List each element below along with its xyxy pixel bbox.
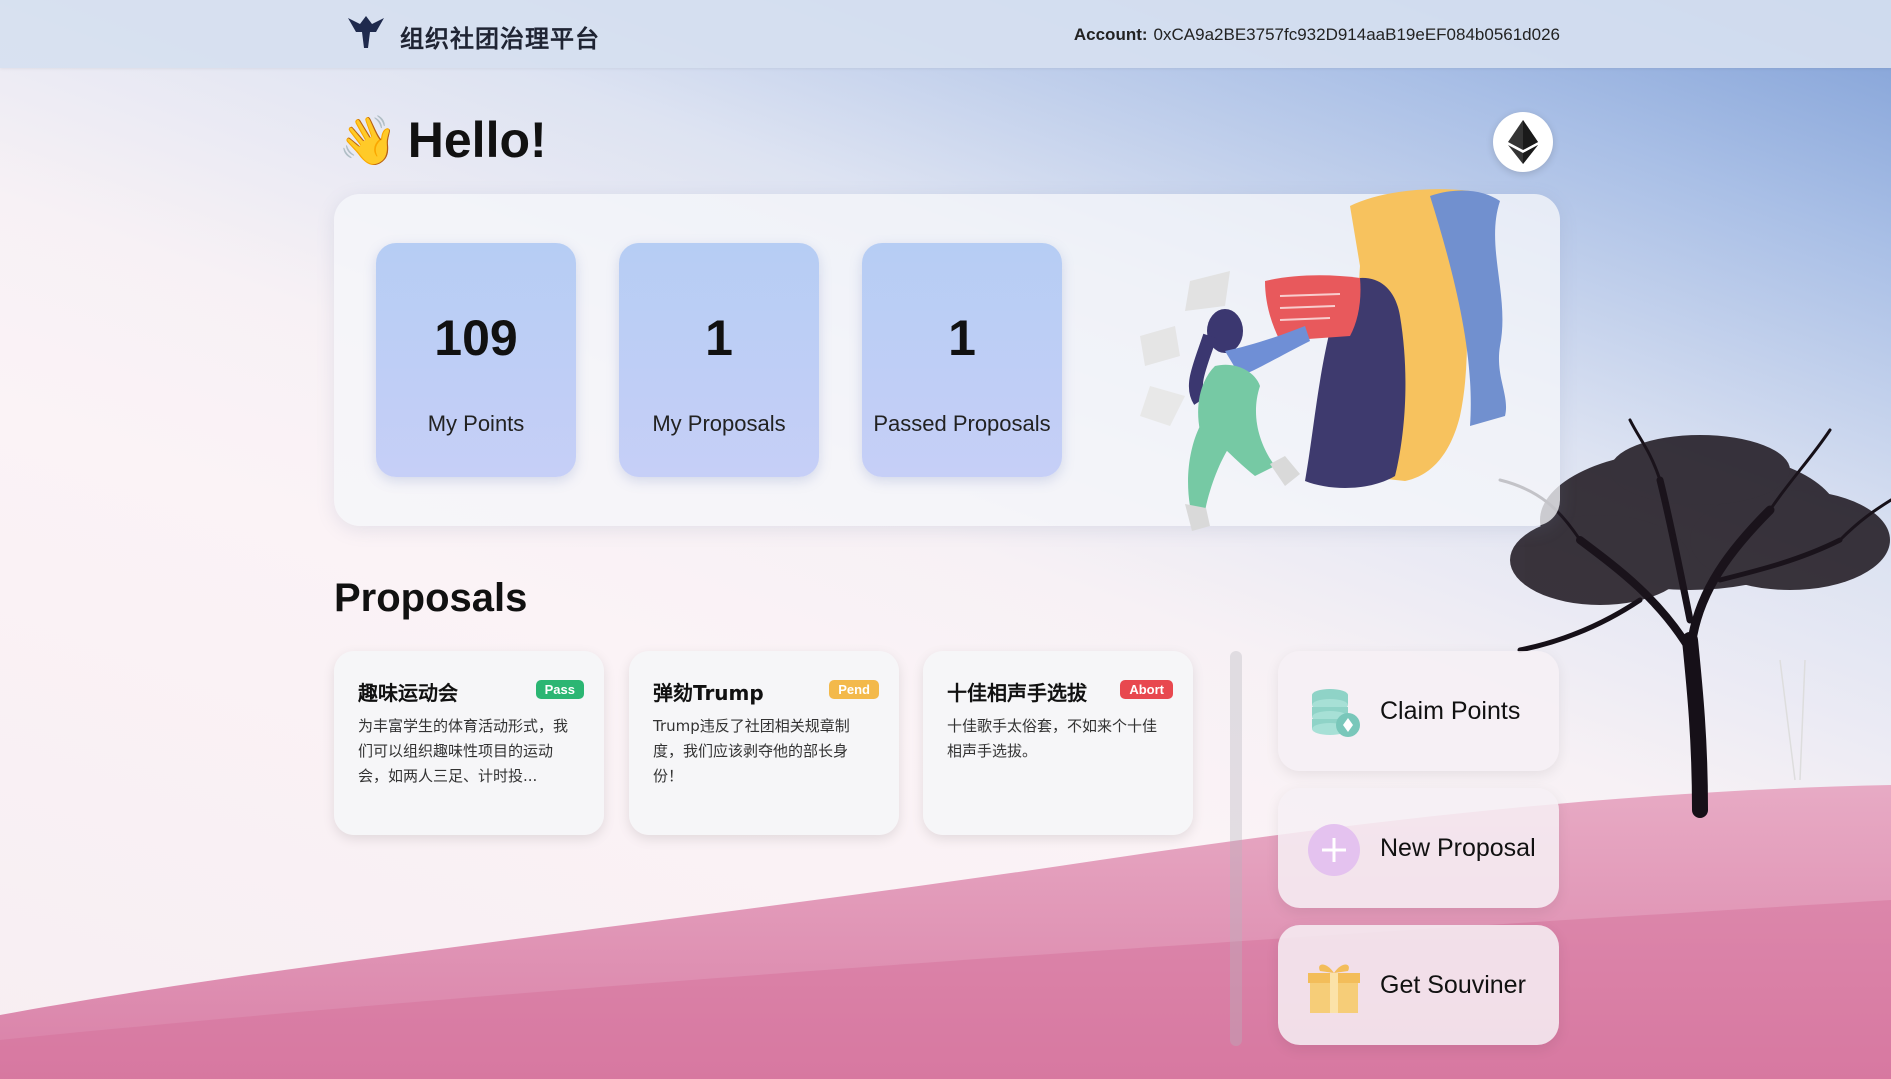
new-proposal-button[interactable]: New Proposal: [1278, 788, 1559, 908]
eagle-logo-icon: [348, 16, 384, 48]
proposal-description: 十佳歌手太俗套，不如来个十佳相声手选拔。: [947, 717, 1158, 760]
top-header: 组织社团治理平台 Account: 0xCA9a2BE3757fc932D914a…: [0, 0, 1891, 68]
status-badge: Abort: [1120, 680, 1173, 699]
greeting: 👋 Hello!: [338, 108, 547, 172]
action-label: New Proposal: [1380, 834, 1536, 862]
wave-hand-icon: 👋: [338, 112, 398, 169]
background-landscape: [0, 418, 1891, 1079]
greeting-text: Hello!: [407, 112, 547, 168]
proposal-title: 弹劾Trump: [653, 681, 764, 705]
stat-card-points: 109 My Points: [376, 243, 576, 477]
proposal-description: 为丰富学生的体育活动形式，我们可以组织趣味性项目的运动会，如两人三足、计时投..…: [358, 717, 569, 785]
stat-label: Passed Proposals: [873, 411, 1051, 436]
ethereum-network-button[interactable]: [1493, 112, 1553, 172]
status-badge: Pend: [829, 680, 879, 699]
account-address: 0xCA9a2BE3757fc932D914aaB19eEF084b0561d0…: [1153, 25, 1560, 44]
proposal-description: Trump违反了社团相关规章制度，我们应该剥夺他的部长身份！: [653, 717, 850, 785]
brand-title: 组织社团治理平台: [400, 25, 600, 53]
coins-icon: [1312, 689, 1360, 737]
stat-card-passed: 1 Passed Proposals: [862, 243, 1062, 477]
proposal-card[interactable]: 趣味运动会 Pass 为丰富学生的体育活动形式，我们可以组织趣味性项目的运动会，…: [334, 651, 604, 835]
proposal-title: 十佳相声手选拔: [947, 681, 1087, 705]
stat-value: 1: [948, 310, 976, 366]
action-label: Claim Points: [1380, 697, 1521, 725]
proposal-card[interactable]: 弹劾Trump Pend Trump违反了社团相关规章制度，我们应该剥夺他的部长…: [629, 651, 899, 835]
proposals-heading: Proposals: [334, 576, 528, 620]
status-badge: Pass: [535, 680, 584, 699]
stat-value: 109: [434, 310, 518, 366]
action-label: Get Souviner: [1380, 971, 1526, 999]
account-info: Account: 0xCA9a2BE3757fc932D914aaB19eEF08…: [1074, 25, 1560, 45]
proposals-scrollbar[interactable]: [1230, 651, 1242, 1046]
get-souvenir-button[interactable]: Get Souviner: [1278, 925, 1559, 1045]
stat-card-proposals: 1 My Proposals: [619, 243, 819, 477]
claim-points-button[interactable]: Claim Points: [1278, 651, 1559, 771]
ethereum-icon: [1508, 120, 1538, 164]
gift-icon: [1308, 964, 1360, 1013]
account-label: Account:: [1073, 25, 1148, 44]
stat-value: 1: [705, 310, 733, 366]
stat-label: My Points: [427, 411, 525, 436]
stat-label: My Proposals: [652, 411, 786, 436]
proposal-title: 趣味运动会: [358, 681, 458, 705]
woman-with-documents-illustration: [1140, 189, 1507, 531]
proposal-card[interactable]: 十佳相声手选拔 Abort 十佳歌手太俗套，不如来个十佳相声手选拔。: [923, 651, 1193, 835]
plus-circle-icon: [1308, 824, 1360, 876]
